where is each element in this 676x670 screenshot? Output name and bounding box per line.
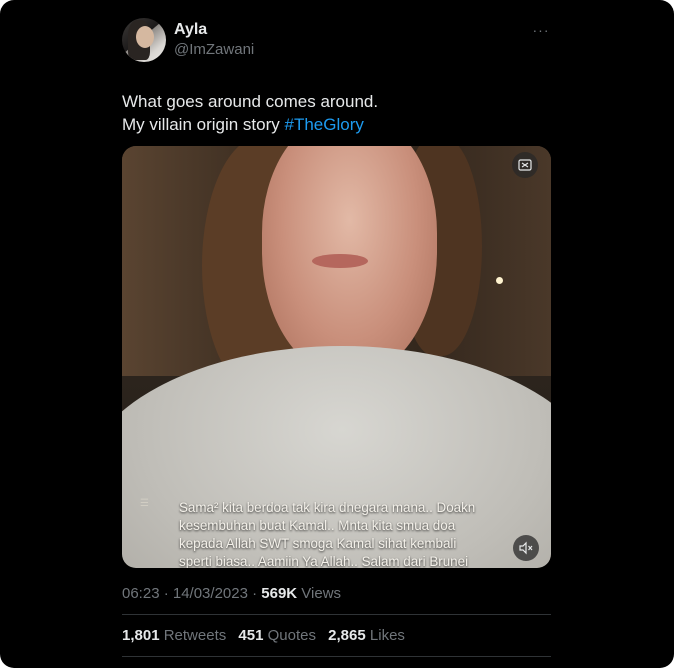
gif-icon[interactable] (512, 152, 538, 178)
tweet-meta: 06:23 · 14/03/2023 · 569K Views (122, 585, 341, 602)
likes-count: 2,865 (328, 627, 366, 644)
tweet-text: What goes around comes around. My villai… (122, 90, 562, 136)
quotes-stat[interactable]: 451 Quotes (238, 627, 316, 644)
timestamp[interactable]: 06:23 · 14/03/2023 · (122, 585, 261, 602)
divider (122, 656, 551, 657)
quotes-label: Quotes (267, 627, 316, 644)
retweets-label: Retweets (163, 627, 227, 644)
ceiling-light (496, 277, 503, 284)
retweets-stat[interactable]: 1,801 Retweets (122, 627, 226, 644)
more-options-icon[interactable]: ··· (530, 22, 552, 38)
avatar-face (136, 26, 154, 48)
divider (122, 614, 551, 615)
tweet-text-line-2: My villain origin story #TheGlory (122, 113, 562, 136)
likes-stat[interactable]: 2,865 Likes (328, 627, 405, 644)
hashtag-link[interactable]: #TheGlory (285, 115, 364, 134)
tweet-text-line-2-prefix: My villain origin story (122, 115, 285, 134)
tweet-stats: 1,801 Retweets 451 Quotes 2,865 Likes (122, 627, 413, 644)
video-caption: Sama² kita berdoa tak kira dnegara mana.… (179, 500, 476, 568)
watermark-logo: ☰ (140, 498, 149, 509)
gif-icon-graphic (518, 159, 532, 171)
views-label: Views (297, 585, 342, 602)
mute-icon-graphic (519, 541, 533, 555)
author-handle[interactable]: @ImZawani (174, 41, 254, 58)
video-player[interactable]: ☰ Sama² kita berdoa tak kira dnegara man… (122, 146, 551, 568)
mute-icon[interactable] (513, 535, 539, 561)
retweets-count: 1,801 (122, 627, 160, 644)
author-name[interactable]: Ayla (174, 21, 207, 39)
video-figure-mouth (312, 254, 368, 268)
likes-label: Likes (369, 627, 405, 644)
quotes-count: 451 (238, 627, 264, 644)
avatar[interactable] (122, 18, 166, 62)
tweet-text-line-1: What goes around comes around. (122, 92, 379, 111)
views-count: 569K (261, 585, 298, 602)
tweet-card: Ayla @ImZawani ··· What goes around come… (0, 0, 674, 668)
